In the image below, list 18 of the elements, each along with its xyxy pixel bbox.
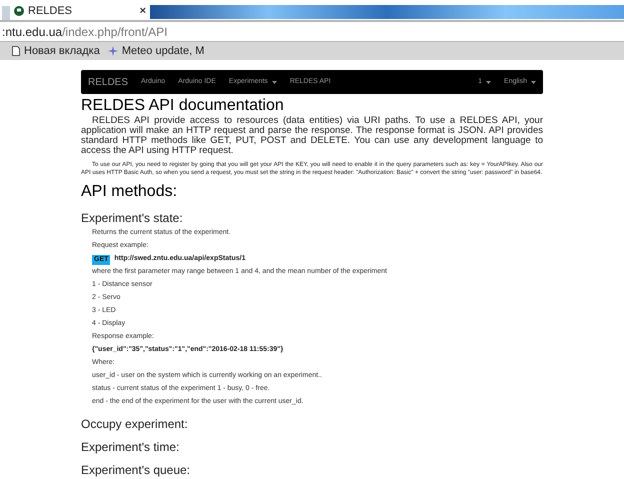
brand-link[interactable]: RELDES	[88, 74, 128, 90]
page-title: RELDES API documentation	[81, 96, 285, 116]
section-heading: Experiment's queue:	[81, 462, 192, 478]
tab-edge	[2, 6, 10, 20]
sparkle-icon	[108, 46, 118, 56]
favicon-icon	[14, 6, 24, 16]
address-bar[interactable]: :ntu.edu.ua/index.php/front/API	[0, 20, 624, 42]
section-heading: Occupy experiment:	[81, 416, 189, 432]
intro-paragraph: RELDES API provide access to resources (data entities) via URI paths. To use a RELDES API, your application will make an HTTP request and parse the response. The response format is JSON. API provides standard HTTP methods like GET, PUT, POST and DELETE. You can use any development language to access the API using HTTP request.	[81, 116, 543, 156]
bookmark-link[interactable]: Meteo update, M	[122, 42, 204, 60]
url-text: :ntu.edu.ua/index.php/front/API	[2, 24, 168, 40]
section-heading: Experiment's time:	[81, 439, 180, 455]
page-icon	[12, 46, 20, 56]
bookmark-link[interactable]: Новая вкладка	[24, 42, 100, 60]
close-tab-button[interactable]: ×	[140, 2, 146, 20]
methods-heading: API methods:	[81, 182, 178, 202]
section-heading: Experiment's state:	[81, 210, 184, 226]
tab-title: RELDES	[28, 4, 72, 19]
